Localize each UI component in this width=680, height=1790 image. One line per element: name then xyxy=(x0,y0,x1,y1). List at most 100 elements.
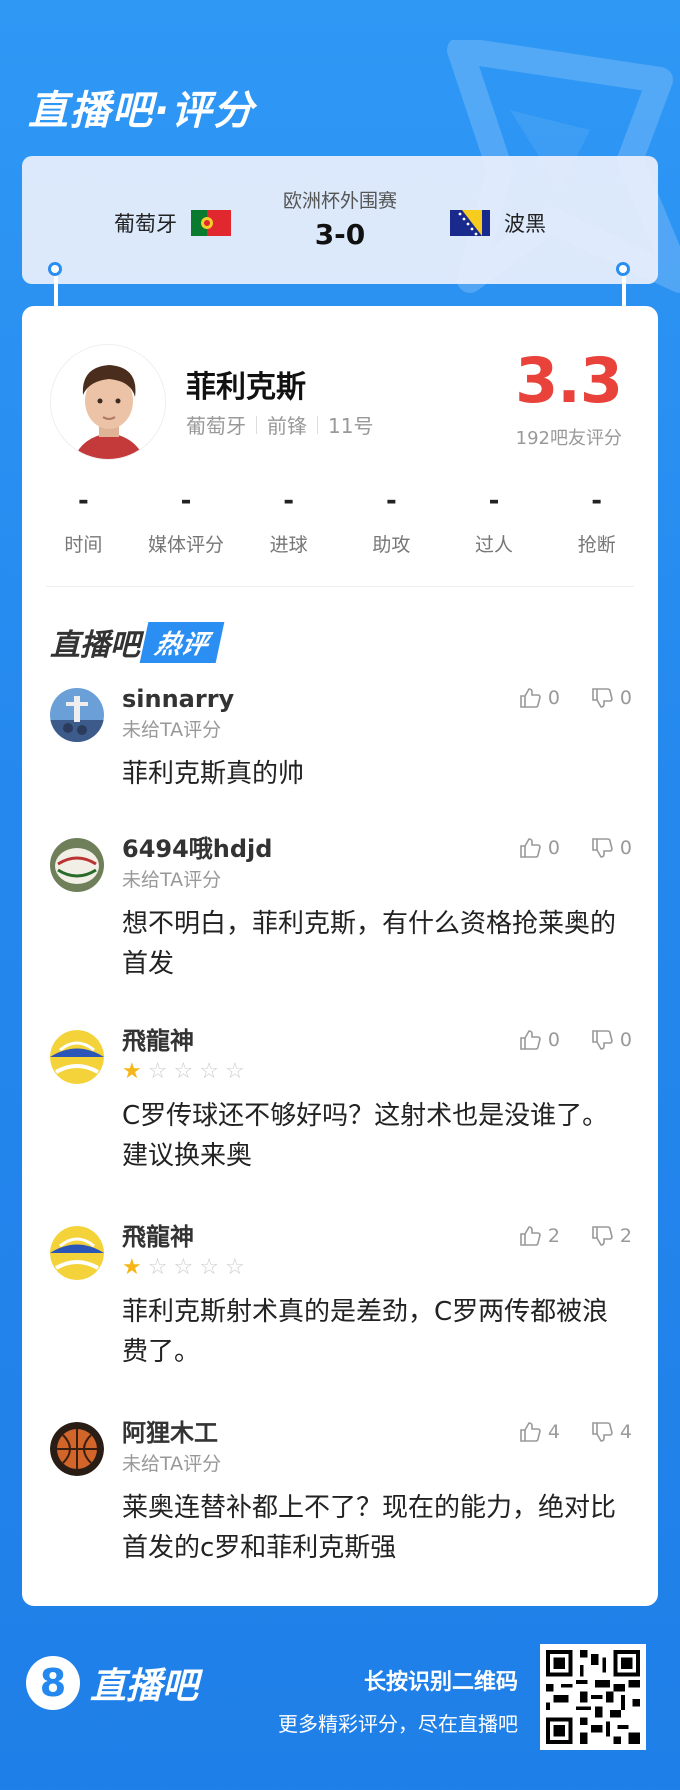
hot-brand: 直播吧 xyxy=(50,628,140,663)
dislike-button[interactable]: 0 xyxy=(590,1028,632,1052)
page-title: 直播吧·评分 xyxy=(28,88,256,134)
stat-value: - xyxy=(591,486,603,516)
like-button[interactable]: 4 xyxy=(518,1420,560,1444)
like-button[interactable]: 0 xyxy=(518,836,560,860)
like-button[interactable]: 2 xyxy=(518,1224,560,1248)
player-name: 菲利克斯 xyxy=(186,370,306,405)
away-team-name: 波黑 xyxy=(504,212,546,236)
comment-item: 6494哦hdjd 未给TA评分 想不明白，菲利克斯，有什么资格抢莱奥的首发 0… xyxy=(22,832,658,1024)
user-avatar-image-icon xyxy=(50,688,104,742)
footer-tagline: 更多精彩评分，尽在直播吧 xyxy=(278,1712,518,1736)
thumbs-down-icon xyxy=(592,838,613,858)
comment-text: C罗传球还不够好吗？这射术也是没谁了。建议换来奥 xyxy=(122,1101,609,1171)
comment-rating-status: 未给TA评分 xyxy=(122,869,222,891)
stat-assists: - 助攻 xyxy=(340,486,443,557)
dislike-button[interactable]: 0 xyxy=(590,836,632,860)
card-pin xyxy=(616,262,630,276)
stat-label: 过人 xyxy=(475,534,514,556)
dislike-button[interactable]: 2 xyxy=(590,1224,632,1248)
star-empty-icon: ☆ xyxy=(147,1059,168,1084)
like-count: 4 xyxy=(547,1421,560,1443)
stat-value: - xyxy=(77,486,89,516)
user-avatar[interactable] xyxy=(50,1226,104,1280)
comment-text: 莱奥连替补都上不了？现在的能力，绝对比首发的c罗和菲利克斯强 xyxy=(122,1493,617,1563)
bosnia-flag-icon xyxy=(450,210,490,236)
star-filled-icon: ★ xyxy=(122,1059,142,1084)
stat-label: 进球 xyxy=(269,534,308,556)
comment-item: sinnarry 未给TA评分 菲利克斯真的帅 0 0 xyxy=(22,682,658,832)
user-avatar[interactable] xyxy=(50,838,104,892)
stat-media-rating: - 媒体评分 xyxy=(135,486,238,557)
like-button[interactable]: 0 xyxy=(518,686,560,710)
star-empty-icon: ☆ xyxy=(224,1059,245,1084)
volleyball-avatar-icon xyxy=(50,1030,104,1084)
star-filled-icon: ★ xyxy=(122,1255,142,1280)
thumbs-up-icon xyxy=(520,1422,541,1442)
comment-text: 菲利克斯真的帅 xyxy=(122,759,305,789)
stat-dribbles: - 过人 xyxy=(443,486,546,557)
star-empty-icon: ☆ xyxy=(173,1255,194,1280)
comment-actions: 0 0 xyxy=(518,686,632,710)
comment-actions: 4 4 xyxy=(518,1420,632,1444)
stat-value: - xyxy=(488,486,500,516)
away-team: 波黑 xyxy=(450,208,546,238)
comment-rating-status: 未给TA评分 xyxy=(122,719,222,741)
thumbs-down-icon xyxy=(592,1226,613,1246)
player-team: 葡萄牙 xyxy=(186,414,246,438)
thumbs-down-icon xyxy=(592,1422,613,1442)
meta-divider xyxy=(256,415,257,434)
comment-actions: 2 2 xyxy=(518,1224,632,1248)
dislike-button[interactable]: 0 xyxy=(590,686,632,710)
player-stats: - 时间 - 媒体评分 - 进球 - 助攻 - 过人 - 抢断 xyxy=(32,486,648,557)
thumbs-down-icon xyxy=(592,688,613,708)
stat-label: 抢断 xyxy=(577,534,616,556)
thumbs-up-icon xyxy=(520,1030,541,1050)
like-button[interactable]: 0 xyxy=(518,1028,560,1052)
like-count: 2 xyxy=(547,1225,560,1247)
hot-comments-title: 直播吧 热评 xyxy=(50,620,225,664)
comment-rating-status: 未给TA评分 xyxy=(122,1453,222,1475)
qr-call-to-action: 长按识别二维码 xyxy=(363,1670,518,1695)
thumbs-up-icon xyxy=(520,688,541,708)
stat-label: 媒体评分 xyxy=(148,534,225,556)
stat-label: 时间 xyxy=(64,534,103,556)
logo-mark: 8 xyxy=(26,1656,80,1710)
comment-actions: 0 0 xyxy=(518,1028,632,1052)
meta-divider xyxy=(317,415,318,434)
competition-name: 欧洲杯外围赛 xyxy=(282,190,397,212)
dislike-button[interactable]: 4 xyxy=(590,1420,632,1444)
user-avatar-image-icon xyxy=(50,838,104,892)
player-rating: 3.3 xyxy=(515,344,623,417)
qr-code[interactable] xyxy=(540,1644,646,1750)
hot-tag: 热评 xyxy=(139,621,225,663)
user-avatar[interactable] xyxy=(50,688,104,742)
qr-code-icon xyxy=(546,1650,640,1744)
comment-actions: 0 0 xyxy=(518,836,632,860)
like-count: 0 xyxy=(547,837,560,859)
comment-list: sinnarry 未给TA评分 菲利克斯真的帅 0 0 6494哦hdjd 未给… xyxy=(22,682,658,1606)
star-empty-icon: ☆ xyxy=(173,1059,194,1084)
player-portrait-icon xyxy=(51,345,165,459)
player-rating-card: 菲利克斯 葡萄牙 前锋 11号 3.3 192吧友评分 - 时间 - 媒体评分 … xyxy=(22,306,658,1606)
player-position: 前锋 xyxy=(267,414,307,438)
dislike-count: 2 xyxy=(619,1225,632,1247)
star-empty-icon: ☆ xyxy=(147,1255,168,1280)
footer-logo: 8 直播吧 xyxy=(26,1656,198,1710)
stat-value: - xyxy=(180,486,192,516)
comment-text: 想不明白，菲利克斯，有什么资格抢莱奥的首发 xyxy=(122,909,617,979)
dislike-count: 4 xyxy=(619,1421,632,1443)
thumbs-down-icon xyxy=(592,1030,613,1050)
comment-item: 阿狸木工 未给TA评分 莱奥连替补都上不了？现在的能力，绝对比首发的c罗和菲利克… xyxy=(22,1416,658,1606)
stat-goals: - 进球 xyxy=(237,486,340,557)
user-avatar[interactable] xyxy=(50,1422,104,1476)
stat-value: - xyxy=(283,486,295,516)
player-number: 11号 xyxy=(328,414,374,438)
volleyball-avatar-icon xyxy=(50,1226,104,1280)
stat-label: 助攻 xyxy=(372,534,411,556)
like-count: 0 xyxy=(547,1029,560,1051)
user-avatar[interactable] xyxy=(50,1030,104,1084)
stat-value: - xyxy=(385,486,397,516)
star-rating: ★ ☆ ☆ ☆ ☆ xyxy=(122,1058,628,1086)
rating-count-label: 192吧友评分 xyxy=(515,428,622,449)
comment-text: 菲利克斯射术真的是差劲，C罗两传都被浪费了。 xyxy=(122,1297,609,1367)
